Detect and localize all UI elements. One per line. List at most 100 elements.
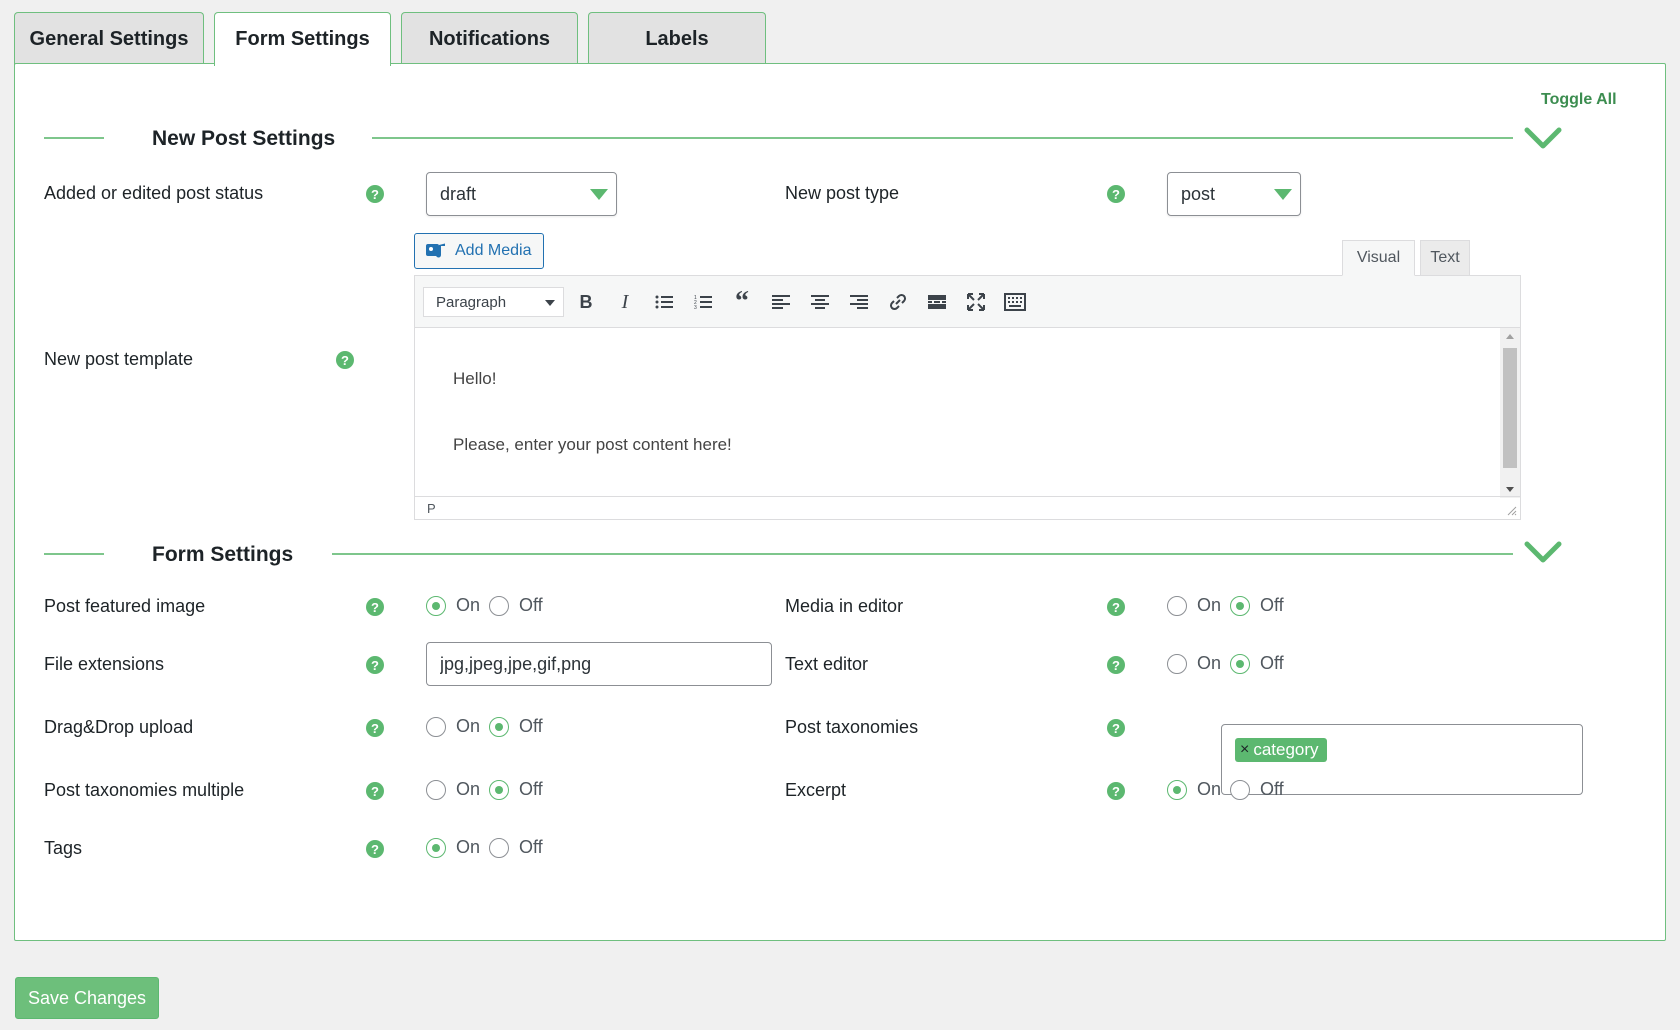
remove-chip-icon[interactable]: × [1240,741,1249,759]
post-template-editor[interactable]: Paragraph B I 123 “ Hello! Please, enter… [414,275,1521,520]
bold-icon[interactable]: B [570,287,602,317]
italic-icon[interactable]: I [609,287,641,317]
paragraph-format-select[interactable]: Paragraph [423,287,564,317]
help-icon[interactable]: ? [366,185,384,203]
toolbar-toggle-icon[interactable] [999,287,1031,317]
help-icon[interactable]: ? [366,719,384,737]
radio-label: On [1197,779,1222,799]
tags-label: Tags [44,838,83,858]
radio-circle [489,837,509,858]
tab-visual[interactable]: Visual [1342,240,1415,276]
radio-circle [426,595,446,616]
content-line: Please, enter your post content here! [453,435,732,454]
help-icon[interactable]: ? [366,598,384,616]
file-extensions-label: File extensions [44,654,165,674]
excerpt-label: Excerpt [785,780,847,800]
radio-label: On [456,595,481,615]
post-type-select[interactable]: post [1167,172,1301,216]
section-divider [44,553,104,555]
radio-circle [1167,595,1187,616]
radio-label: Off [519,837,543,857]
drag-drop-off-radio[interactable]: Off [489,716,543,737]
radio-circle [1230,595,1250,616]
tab-labels[interactable]: Labels [588,12,766,65]
taxonomy-chip: × category [1235,738,1327,762]
radio-label: Off [519,779,543,799]
featured-image-on-radio[interactable]: On [426,595,480,616]
post-type-value: post [1181,183,1216,204]
help-icon[interactable]: ? [336,351,354,369]
radio-label: Off [1260,595,1284,615]
radio-label: On [1197,595,1222,615]
dropdown-arrow-icon [1274,189,1292,200]
toggle-all-link[interactable]: Toggle All [1541,91,1617,109]
help-icon[interactable]: ? [1107,656,1125,674]
radio-label: On [1197,653,1222,673]
taxonomies-multiple-off-radio[interactable]: Off [489,779,543,800]
excerpt-off-radio[interactable]: Off [1230,779,1284,800]
radio-circle [426,716,446,737]
radio-label: Off [519,716,543,736]
fullscreen-icon[interactable] [960,287,992,317]
read-more-icon[interactable] [921,287,953,317]
text-editor-on-radio[interactable]: On [1167,653,1221,674]
tab-notifications[interactable]: Notifications [401,12,578,65]
blockquote-icon[interactable]: “ [726,286,758,317]
media-in-editor-off-radio[interactable]: Off [1230,595,1284,616]
help-icon[interactable]: ? [1107,782,1125,800]
editor-content[interactable]: Hello! Please, enter your post content h… [415,328,1502,498]
file-extensions-input[interactable] [426,642,772,686]
radio-circle [1230,653,1250,674]
help-icon[interactable]: ? [366,840,384,858]
post-status-label: Added or edited post status [44,183,264,203]
add-media-button[interactable]: Add Media [414,233,544,269]
text-editor-label: Text editor [785,654,869,674]
section-divider [44,137,104,139]
scroll-up-icon[interactable] [1506,334,1514,339]
radio-circle [489,595,509,616]
bullet-list-icon[interactable] [648,287,680,317]
svg-text:3: 3 [694,305,697,310]
scroll-down-icon[interactable] [1506,487,1514,492]
tab-form-settings[interactable]: Form Settings [214,12,391,66]
help-icon[interactable]: ? [366,656,384,674]
post-type-label: New post type [785,183,900,203]
help-icon[interactable]: ? [366,782,384,800]
help-icon[interactable]: ? [1107,719,1125,737]
save-changes-button[interactable]: Save Changes [15,977,159,1019]
drag-drop-on-radio[interactable]: On [426,716,480,737]
section-divider [372,137,1513,139]
featured-image-off-radio[interactable]: Off [489,595,543,616]
help-icon[interactable]: ? [1107,598,1125,616]
media-in-editor-on-radio[interactable]: On [1167,595,1221,616]
resize-handle-icon[interactable] [1507,506,1517,516]
tab-text[interactable]: Text [1420,240,1470,276]
radio-label: Off [519,595,543,615]
align-center-icon[interactable] [804,287,836,317]
radio-circle [1230,779,1250,800]
radio-label: Off [1260,653,1284,673]
taxonomies-multiple-on-radio[interactable]: On [426,779,480,800]
radio-label: On [456,779,481,799]
align-right-icon[interactable] [843,287,875,317]
chevron-down-icon[interactable] [1523,124,1563,154]
align-left-icon[interactable] [765,287,797,317]
element-path[interactable]: P [427,501,436,516]
help-icon[interactable]: ? [1107,185,1125,203]
dropdown-arrow-icon [545,300,555,306]
editor-scrollbar[interactable] [1500,328,1520,498]
link-icon[interactable] [882,287,914,317]
numbered-list-icon[interactable]: 123 [687,287,719,317]
tags-on-radio[interactable]: On [426,837,480,858]
radio-label: On [456,716,481,736]
text-editor-off-radio[interactable]: Off [1230,653,1284,674]
tab-general-settings[interactable]: General Settings [14,12,204,65]
editor-statusbar: P [415,496,1520,519]
scroll-thumb[interactable] [1503,348,1517,468]
excerpt-on-radio[interactable]: On [1167,779,1221,800]
chevron-down-icon[interactable] [1523,538,1563,568]
tags-off-radio[interactable]: Off [489,837,543,858]
post-status-select[interactable]: draft [426,172,617,216]
radio-circle [1167,779,1187,800]
content-line: Hello! [453,369,497,388]
